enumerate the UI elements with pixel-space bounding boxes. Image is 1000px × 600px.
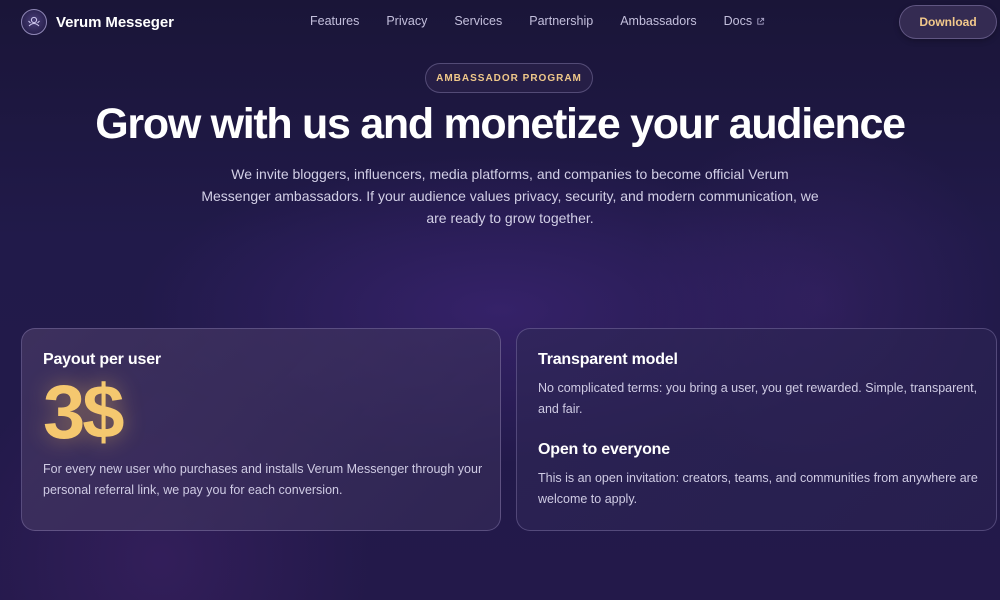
payout-title: Payout per user bbox=[43, 351, 161, 368]
nav-link-services[interactable]: Services bbox=[454, 14, 502, 28]
ambassador-program-badge: AMBASSADOR PROGRAM bbox=[425, 63, 593, 93]
transparent-model-text: No complicated terms: you bring a user, … bbox=[538, 381, 978, 416]
nav-link-docs[interactable]: Docs bbox=[724, 14, 765, 28]
hero-description: We invite bloggers, influencers, media p… bbox=[201, 166, 819, 226]
download-button[interactable]: Download bbox=[899, 5, 997, 39]
payout-description: For every new user who purchases and ins… bbox=[43, 462, 483, 497]
external-link-icon bbox=[757, 17, 765, 25]
nav-link-features[interactable]: Features bbox=[310, 14, 359, 28]
open-to-everyone-text: This is an open invitation: creators, te… bbox=[538, 471, 978, 506]
nav-link-privacy[interactable]: Privacy bbox=[386, 14, 427, 28]
hero-title: Grow with us and monetize your audience bbox=[95, 100, 906, 148]
nav-link-docs-label: Docs bbox=[723, 14, 753, 28]
payout-value: 3$ bbox=[43, 370, 125, 455]
payout-card: Payout per user 3$ For every new user wh… bbox=[21, 328, 501, 531]
transparent-model-title: Transparent model bbox=[538, 351, 678, 368]
nav-link-ambassadors[interactable]: Ambassadors bbox=[620, 14, 696, 28]
top-navbar: Verum Messeger Features Privacy Services… bbox=[0, 0, 1000, 44]
nav-links: Features Privacy Services Partnership Am… bbox=[310, 14, 765, 28]
features-card: Transparent model No complicated terms: … bbox=[516, 328, 997, 531]
verum-logo-icon bbox=[21, 9, 47, 35]
open-to-everyone-title: Open to everyone bbox=[538, 441, 670, 458]
brand-name: Verum Messeger bbox=[56, 13, 174, 31]
nav-link-partnership[interactable]: Partnership bbox=[529, 14, 593, 28]
brand-link[interactable]: Verum Messeger bbox=[21, 9, 174, 35]
